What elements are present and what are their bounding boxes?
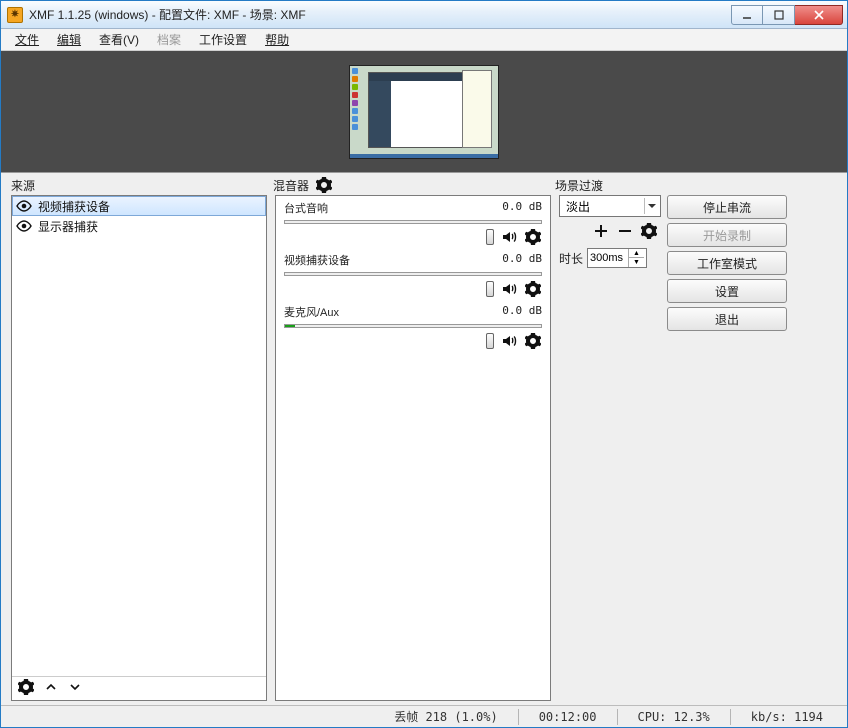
menu-archive[interactable]: 档案 [149, 29, 189, 50]
mixer-settings-gear-icon[interactable] [315, 176, 333, 194]
status-kbps: kb/s: 1194 [735, 710, 839, 724]
main-columns: 视频捕获设备 显示器捕获 [1, 195, 847, 705]
channel-gear-icon[interactable] [524, 332, 542, 350]
eye-icon[interactable] [16, 200, 32, 212]
mixer-panel: 台式音响 0.0 dB [275, 195, 551, 701]
window-controls [731, 5, 843, 25]
mixer-column: 台式音响 0.0 dB [275, 195, 551, 701]
duration-label: 时长 [559, 250, 583, 267]
volume-slider[interactable] [486, 229, 494, 245]
source-item-display-capture[interactable]: 显示器捕获 [12, 216, 266, 236]
preview-thumbnail[interactable] [349, 65, 499, 159]
mixer-channel-name: 台式音响 [284, 200, 328, 216]
duration-spinner[interactable]: ▲ ▼ [587, 248, 647, 268]
menu-worksettings[interactable]: 工作设置 [191, 29, 255, 50]
stop-stream-button[interactable]: 停止串流 [667, 195, 787, 219]
close-button[interactable] [795, 5, 843, 25]
sources-header: 来源 [11, 179, 35, 193]
mixer-db-value: 0.0 dB [502, 304, 542, 320]
menu-view[interactable]: 查看(V) [91, 29, 147, 50]
speaker-icon[interactable] [500, 228, 518, 246]
mixer-channel-name: 视频捕获设备 [284, 252, 350, 268]
window-title: XMF 1.1.25 (windows) - 配置文件: XMF - 场景: X… [29, 6, 731, 23]
preview-area [1, 51, 847, 173]
move-up-icon[interactable] [42, 678, 60, 699]
mixer-channel-desktop-audio: 台式音响 0.0 dB [284, 200, 542, 246]
scene-header: 场景过渡 [555, 179, 603, 193]
mixer-meter [284, 272, 542, 276]
source-label: 显示器捕获 [38, 218, 98, 235]
mixer-db-value: 0.0 dB [502, 252, 542, 268]
source-label: 视频捕获设备 [38, 198, 110, 215]
sources-panel: 视频捕获设备 显示器捕获 [11, 195, 267, 701]
mixer-channel-video-capture: 视频捕获设备 0.0 dB [284, 252, 542, 298]
add-transition-icon[interactable] [593, 223, 609, 242]
sources-toolbar [12, 676, 266, 700]
duration-input[interactable] [588, 252, 628, 264]
spin-up-icon[interactable]: ▲ [628, 249, 644, 258]
status-dropped-frames: 丢帧 218 (1.0%) [378, 708, 513, 725]
menu-help[interactable]: 帮助 [257, 29, 297, 50]
menu-edit[interactable]: 编辑 [49, 29, 89, 50]
sources-gear-icon[interactable] [16, 677, 36, 700]
settings-button[interactable]: 设置 [667, 279, 787, 303]
app-icon: ✷ [7, 7, 23, 23]
channel-gear-icon[interactable] [524, 228, 542, 246]
channel-gear-icon[interactable] [524, 280, 542, 298]
column-headers: 来源 混音器 场景过渡 [1, 173, 847, 195]
mixer-meter [284, 220, 542, 224]
status-cpu: CPU: 12.3% [622, 710, 726, 724]
statusbar: 丢帧 218 (1.0%) 00:12:00 CPU: 12.3% kb/s: … [1, 705, 847, 727]
eye-icon[interactable] [16, 220, 32, 232]
app-window: ✷ XMF 1.1.25 (windows) - 配置文件: XMF - 场景:… [0, 0, 848, 728]
menubar: 文件 编辑 查看(V) 档案 工作设置 帮助 [1, 29, 847, 51]
maximize-button[interactable] [763, 5, 795, 25]
volume-slider[interactable] [486, 281, 494, 297]
scene-column: 淡出 [559, 195, 837, 701]
mixer-db-value: 0.0 dB [502, 200, 542, 216]
start-record-button[interactable]: 开始录制 [667, 223, 787, 247]
mixer-channel-name: 麦克风/Aux [284, 304, 339, 320]
menu-file[interactable]: 文件 [7, 29, 47, 50]
sources-list: 视频捕获设备 显示器捕获 [12, 196, 266, 676]
exit-button[interactable]: 退出 [667, 307, 787, 331]
volume-slider[interactable] [486, 333, 494, 349]
mixer-channel-mic-aux: 麦克风/Aux 0.0 dB [284, 304, 542, 350]
sources-column: 视频捕获设备 显示器捕获 [11, 195, 267, 701]
transition-gear-icon[interactable] [641, 223, 657, 242]
minimize-button[interactable] [731, 5, 763, 25]
transition-combo[interactable]: 淡出 [559, 195, 661, 217]
mixer-meter [284, 324, 542, 328]
titlebar: ✷ XMF 1.1.25 (windows) - 配置文件: XMF - 场景:… [1, 1, 847, 29]
speaker-icon[interactable] [500, 280, 518, 298]
studio-mode-button[interactable]: 工作室模式 [667, 251, 787, 275]
chevron-down-icon [644, 198, 658, 214]
speaker-icon[interactable] [500, 332, 518, 350]
mixer-header: 混音器 [273, 177, 309, 194]
move-down-icon[interactable] [66, 678, 84, 699]
transition-selected: 淡出 [566, 198, 590, 215]
status-time: 00:12:00 [523, 710, 613, 724]
source-item-video-capture[interactable]: 视频捕获设备 [12, 196, 266, 216]
spin-down-icon[interactable]: ▼ [628, 258, 644, 267]
remove-transition-icon[interactable] [617, 223, 633, 242]
